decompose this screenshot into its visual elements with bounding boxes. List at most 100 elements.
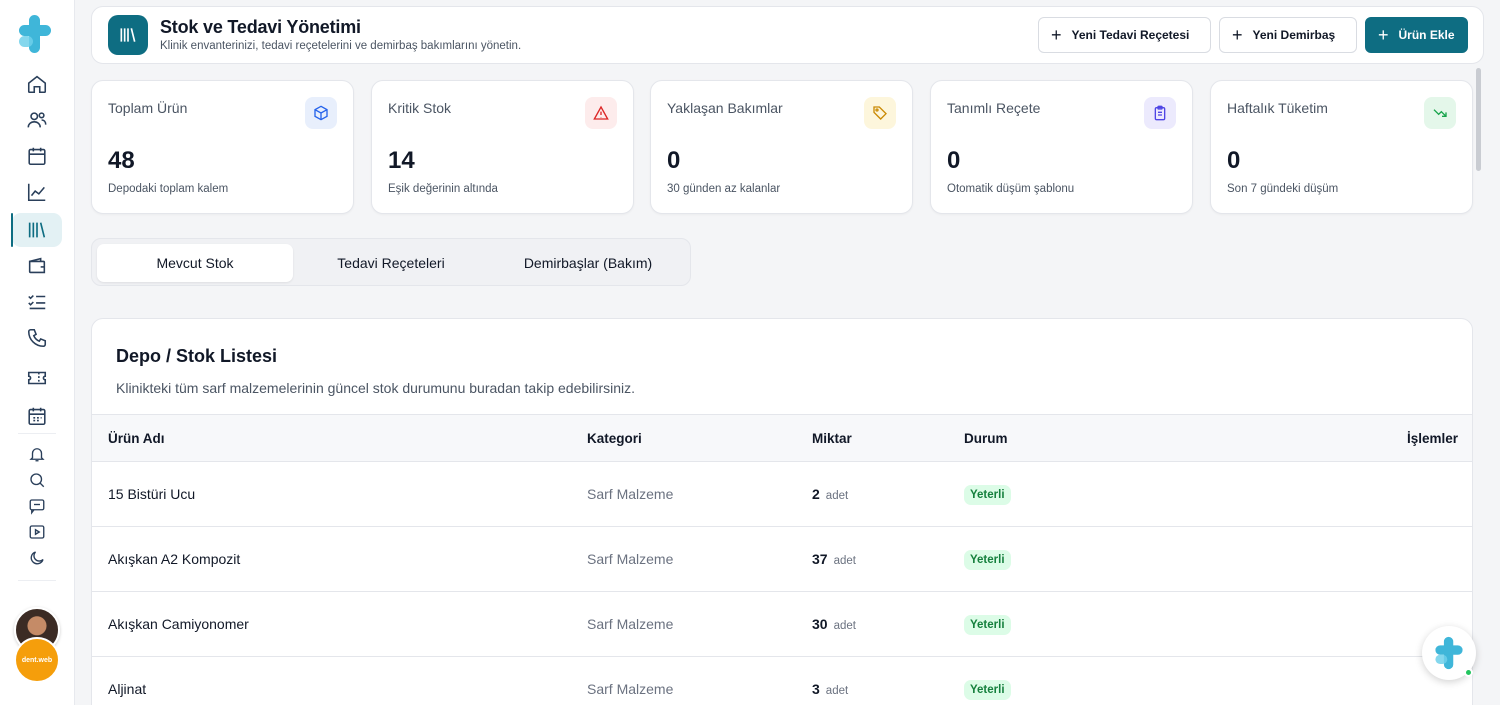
sidebar-item-theme[interactable] [12, 541, 62, 575]
plus-icon: + [1378, 25, 1389, 45]
page-title: Stok ve Tedavi Yönetimi [160, 17, 361, 37]
sidebar-item-calendar[interactable] [12, 139, 62, 173]
stock-list-card: Depo / Stok Listesi Klinikteki tüm sarf … [91, 318, 1473, 705]
list-subtitle: Klinikteki tüm sarf malzemelerinin günce… [116, 380, 636, 396]
stat-card-weekly-consumption: Haftalık Tüketim 0 Son 7 gündeki düşüm [1210, 80, 1473, 214]
column-header-status[interactable]: Durum [964, 431, 1008, 446]
calendar-grid-icon [28, 407, 46, 426]
status-badge: Yeterli [964, 680, 1011, 700]
sidebar-item-inventory[interactable] [11, 213, 62, 247]
stat-description: Otomatik düşüm şablonu [947, 183, 1075, 195]
page-scrollbar[interactable] [1476, 68, 1481, 171]
home-icon [27, 75, 47, 94]
stat-value: 0 [947, 147, 961, 174]
quantity-unit: adet [833, 555, 856, 567]
inventory-icon [28, 222, 46, 238]
chat-logo-icon [1435, 636, 1463, 670]
clipboard-icon [1144, 97, 1176, 129]
stat-card-total-products: Toplam Ürün 48 Depodaki toplam kalem [91, 80, 354, 214]
tab-bar: Mevcut Stok Tedavi Reçeteleri Demirbaşla… [91, 238, 691, 286]
add-product-button[interactable]: + Ürün Ekle [1365, 17, 1468, 53]
product-name: Aljinat [108, 681, 147, 697]
status-badge: Yeterli [964, 550, 1011, 570]
status-badge: Yeterli [964, 615, 1011, 635]
sidebar-item-tasks[interactable] [12, 285, 62, 319]
app-root: dent.web Stok ve Tedavi Yönetimi Klinik … [0, 0, 1500, 705]
sidebar-item-home[interactable] [12, 67, 62, 101]
sidebar-divider [18, 580, 56, 581]
bell-icon [29, 448, 45, 462]
quantity-unit: adet [825, 490, 849, 502]
page-header: Stok ve Tedavi Yönetimi Klinik envanteri… [91, 6, 1484, 64]
new-asset-label: Yeni Demirbaş [1252, 28, 1336, 42]
sidebar-divider [18, 433, 56, 434]
search-icon [30, 473, 45, 488]
stat-label: Haftalık Tüketim [1227, 100, 1328, 116]
stat-card-defined-recipes: Tanımlı Reçete 0 Otomatik düşüm şablonu [930, 80, 1193, 214]
tab-assets-maintenance[interactable]: Demirbaşlar (Bakım) [490, 244, 686, 282]
list-title: Depo / Stok Listesi [116, 346, 278, 366]
chat-launcher-button[interactable] [1422, 626, 1476, 680]
brand-badge[interactable]: dent.web [14, 637, 60, 683]
table-row[interactable]: Akışkan A2 Kompozit Sarf Malzeme 37 adet … [92, 527, 1472, 592]
tab-treatment-recipes[interactable]: Tedavi Reçeteleri [293, 244, 489, 282]
new-asset-button[interactable]: + Yeni Demirbaş [1219, 17, 1357, 53]
box-icon [305, 97, 337, 129]
status-badge: Yeterli [964, 485, 1011, 505]
wallet-icon [28, 257, 46, 274]
column-header-quantity[interactable]: Miktar [812, 431, 852, 446]
sidebar-item-wallet[interactable] [12, 249, 62, 283]
sidebar-item-patients[interactable] [12, 103, 62, 137]
chart-icon [27, 183, 46, 202]
add-product-label: Ürün Ekle [1398, 28, 1455, 42]
column-header-actions: İşlemler [1406, 431, 1458, 446]
inventory-icon [108, 15, 148, 55]
quantity-value: 3 [812, 681, 820, 697]
sidebar-item-schedule[interactable] [12, 399, 62, 433]
checklist-icon [28, 295, 46, 310]
sidebar-item-reports[interactable] [12, 175, 62, 209]
stat-value: 14 [388, 147, 415, 174]
stat-description: Eşik değerinin altında [388, 183, 498, 195]
stat-value: 0 [667, 147, 681, 174]
tab-current-stock[interactable]: Mevcut Stok [97, 244, 293, 282]
column-header-name[interactable]: Ürün Adı [108, 431, 165, 446]
stat-card-critical-stock: Kritik Stok 14 Eşik değerinin altında [371, 80, 634, 214]
plus-icon: + [1051, 25, 1062, 45]
app-logo[interactable] [17, 14, 53, 54]
stat-description: Son 7 gündeki düşüm [1227, 183, 1339, 195]
product-quantity: 37 adet [812, 551, 856, 567]
table-row[interactable]: Aljinat Sarf Malzeme 3 adet Yeterli [92, 657, 1472, 705]
plus-icon: + [1232, 25, 1243, 45]
new-recipe-button[interactable]: + Yeni Tedavi Reçetesi [1038, 17, 1211, 53]
product-name: Akışkan Camiyonomer [108, 616, 249, 632]
stat-card-upcoming-maintenance: Yaklaşan Bakımlar 0 30 günden az kalanla… [650, 80, 913, 214]
page-subtitle: Klinik envanterinizi, tedavi reçetelerin… [160, 40, 522, 52]
table-header: Ürün Adı Kategori Miktar Durum İşlemler [92, 414, 1472, 462]
product-category: Sarf Malzeme [587, 616, 674, 632]
stat-label: Tanımlı Reçete [947, 100, 1041, 116]
phone-icon [27, 328, 47, 348]
table-row[interactable]: 15 Bistüri Ucu Sarf Malzeme 2 adet Yeterl… [92, 462, 1472, 527]
product-category: Sarf Malzeme [587, 551, 674, 567]
stat-label: Yaklaşan Bakımlar [667, 100, 783, 116]
column-header-category[interactable]: Kategori [587, 431, 642, 446]
ticket-icon [27, 371, 47, 385]
new-recipe-label: Yeni Tedavi Reçetesi [1071, 28, 1190, 42]
stat-label: Toplam Ürün [108, 100, 188, 116]
quantity-value: 30 [812, 616, 828, 632]
stat-label: Kritik Stok [388, 100, 452, 116]
product-category: Sarf Malzeme [587, 486, 674, 502]
stat-value: 0 [1227, 147, 1241, 174]
table-row[interactable]: Akışkan Camiyonomer Sarf Malzeme 30 adet … [92, 592, 1472, 657]
product-quantity: 3 adet [812, 681, 848, 697]
online-indicator [1464, 668, 1473, 677]
calendar-icon [28, 147, 46, 166]
quantity-value: 37 [812, 551, 828, 567]
stat-description: 30 günden az kalanlar [667, 183, 781, 195]
product-category: Sarf Malzeme [587, 681, 674, 697]
sidebar-item-tickets[interactable] [12, 361, 62, 395]
video-icon [29, 525, 45, 539]
stat-value: 48 [108, 147, 135, 174]
sidebar-item-calls[interactable] [12, 321, 62, 355]
